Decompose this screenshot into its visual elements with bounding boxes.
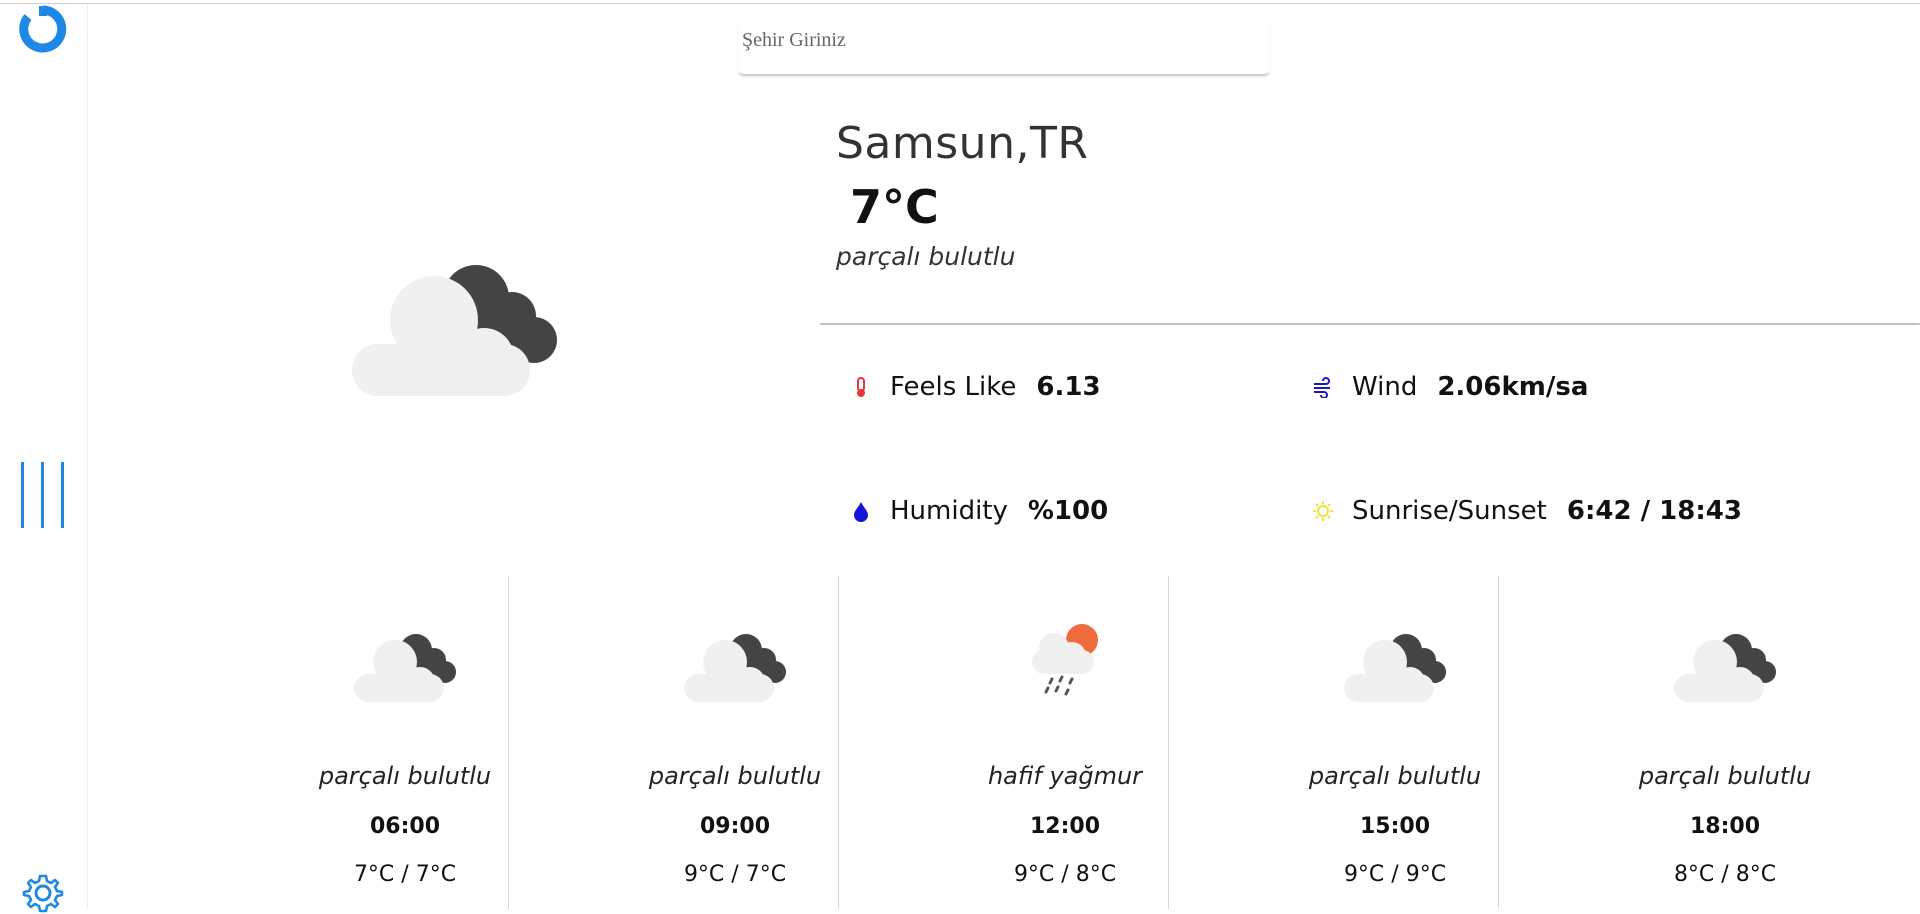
- forecast-separator: [1498, 576, 1499, 909]
- forecast-description: hafif yağmur: [987, 762, 1143, 790]
- feels-like-value: 6.13: [1036, 372, 1101, 402]
- sunrise-sunset-value: 6:42 / 18:43: [1566, 496, 1742, 526]
- city-search: [738, 18, 1270, 76]
- partly-cloudy-icon: [352, 265, 557, 396]
- menu-bars-icon[interactable]: [18, 462, 68, 528]
- forecast-time: 18:00: [1689, 814, 1761, 839]
- partly-cloudy-icon: [1674, 634, 1776, 702]
- stat-feels-like: Feels Like 6.13: [850, 372, 1101, 402]
- forecast-temps: 8°C / 8°C: [1673, 862, 1777, 887]
- wind-icon: [1314, 377, 1330, 398]
- stat-humidity: Humidity %100: [850, 496, 1108, 526]
- stat-sunrise-sunset: Sunrise/Sunset 6:42 / 18:43: [1312, 496, 1742, 526]
- humidity-value: %100: [1027, 496, 1109, 526]
- forecast-item: parçalı bulutlu 06:00 7°C / 7°C: [240, 576, 570, 909]
- forecast-description: parçalı bulutlu: [1638, 762, 1812, 790]
- city-name: Samsun,TR: [836, 118, 1089, 169]
- water-drop-icon: [854, 502, 868, 522]
- sun-icon: [1313, 501, 1333, 521]
- humidity-label: Humidity: [890, 496, 1008, 526]
- forecast-item: parçalı bulutlu 18:00 8°C / 8°C: [1560, 576, 1890, 909]
- stat-wind: Wind 2.06km/sa: [1312, 372, 1588, 402]
- forecast-temps: 9°C / 8°C: [1013, 862, 1117, 887]
- forecast-temps: 9°C / 7°C: [683, 862, 787, 887]
- forecast-separator: [1168, 576, 1169, 909]
- forecast-item: parçalı bulutlu 09:00 9°C / 7°C: [570, 576, 900, 909]
- forecast-temps: 7°C / 7°C: [353, 862, 457, 887]
- hourly-forecast: parçalı bulutlu 06:00 7°C / 7°C parçalı …: [240, 576, 1920, 909]
- forecast-separator: [838, 576, 839, 909]
- thermometer-icon: [857, 377, 865, 397]
- forecast-time: 12:00: [1029, 814, 1101, 839]
- forecast-description: parçalı bulutlu: [318, 762, 492, 790]
- gear-icon[interactable]: [22, 872, 64, 914]
- partly-cloudy-icon: [354, 634, 456, 702]
- sidebar: [0, 4, 88, 913]
- forecast-item: hafif yağmur 12:00 9°C / 8°C: [900, 576, 1230, 909]
- app-logo-icon[interactable]: [18, 4, 68, 54]
- current-description: parçalı bulutlu: [836, 242, 1016, 271]
- forecast-description: parçalı bulutlu: [1308, 762, 1482, 790]
- sunrise-sunset-label: Sunrise/Sunset: [1352, 496, 1547, 526]
- forecast-description: parçalı bulutlu: [648, 762, 822, 790]
- current-temperature: 7°C: [850, 180, 939, 234]
- forecast-time: 15:00: [1359, 814, 1431, 839]
- partly-cloudy-icon: [1344, 634, 1446, 702]
- window-top-border: [0, 3, 1920, 4]
- forecast-temps: 9°C / 9°C: [1343, 862, 1447, 887]
- wind-value: 2.06km/sa: [1437, 372, 1589, 402]
- partly-cloudy-icon: [684, 634, 786, 702]
- forecast-separator: [508, 576, 509, 909]
- light-rain-icon: [1032, 624, 1098, 696]
- wind-label: Wind: [1352, 372, 1418, 402]
- city-search-input[interactable]: [738, 18, 1270, 74]
- forecast-item: parçalı bulutlu 15:00 9°C / 9°C: [1230, 576, 1560, 909]
- divider: [820, 323, 1920, 325]
- forecast-time: 09:00: [699, 814, 771, 839]
- forecast-time: 06:00: [369, 814, 441, 839]
- feels-like-label: Feels Like: [890, 372, 1017, 402]
